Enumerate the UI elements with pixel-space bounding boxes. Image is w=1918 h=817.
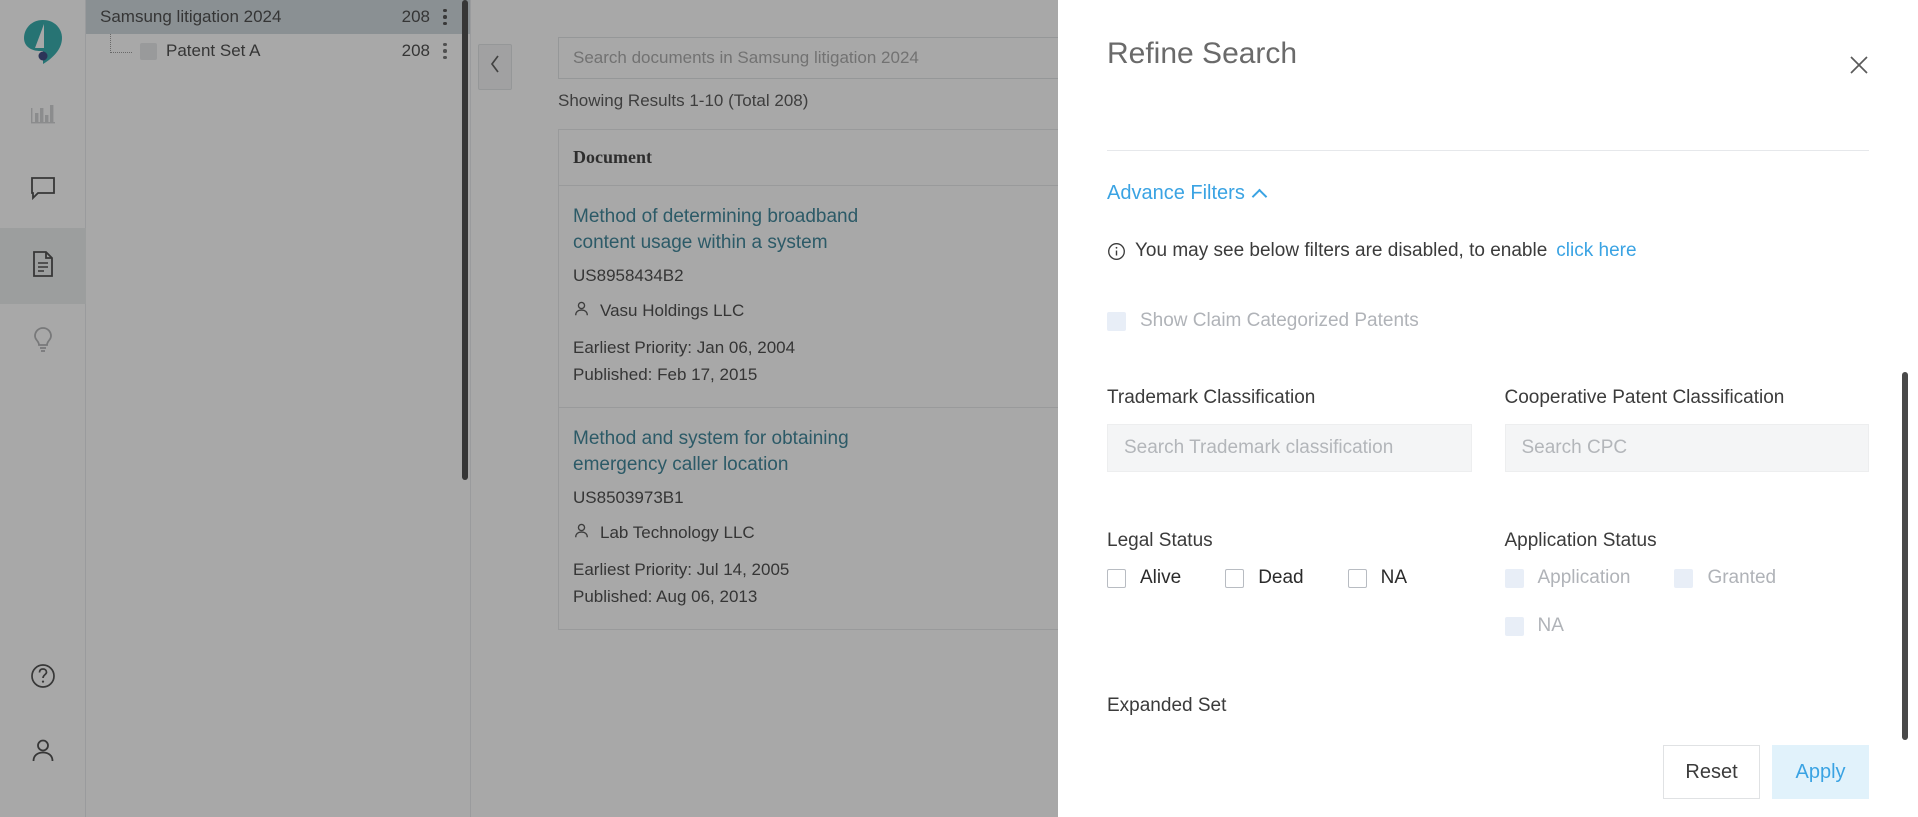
checkbox[interactable] bbox=[1347, 568, 1367, 588]
header-divider bbox=[1107, 150, 1869, 151]
advance-filters-toggle[interactable]: Advance Filters bbox=[1107, 182, 1268, 205]
legal-status-option-dead[interactable]: Dead bbox=[1225, 567, 1304, 589]
apply-button[interactable]: Apply bbox=[1772, 745, 1869, 799]
legal-status-options: Alive Dead NA bbox=[1107, 567, 1472, 589]
drawer-footer: Reset Apply bbox=[1058, 727, 1918, 817]
reset-button[interactable]: Reset bbox=[1663, 745, 1760, 799]
checkbox-label: Application bbox=[1537, 567, 1631, 588]
cpc-label: Cooperative Patent Classification bbox=[1504, 387, 1785, 408]
application-status-label: Application Status bbox=[1504, 530, 1657, 551]
show-claim-categorized-label: Show Claim Categorized Patents bbox=[1140, 310, 1419, 331]
advance-filters-label: Advance Filters bbox=[1107, 182, 1245, 204]
legal-status-option-na[interactable]: NA bbox=[1347, 567, 1408, 589]
checkbox-label: Alive bbox=[1140, 567, 1182, 588]
checkbox-label: Granted bbox=[1707, 567, 1777, 588]
trademark-classification-field: Trademark Classification Search Trademar… bbox=[1107, 387, 1472, 472]
chevron-up-icon bbox=[1251, 188, 1268, 205]
cpc-field: Cooperative Patent Classification Search… bbox=[1504, 387, 1869, 472]
app-root: Samsung litigation 2024 208 Patent Set A… bbox=[0, 0, 1918, 817]
legal-status-label: Legal Status bbox=[1107, 530, 1213, 551]
info-icon bbox=[1107, 242, 1126, 261]
checkbox[interactable] bbox=[1674, 568, 1694, 588]
checkbox-label: NA bbox=[1537, 615, 1564, 636]
close-icon bbox=[1846, 52, 1872, 83]
drawer-header: Refine Search bbox=[1058, 0, 1918, 151]
trademark-classification-input[interactable]: Search Trademark classification bbox=[1107, 424, 1472, 472]
expanded-set-label: Expanded Set bbox=[1107, 695, 1227, 716]
status-fields-grid: Legal Status Alive Dead NA Application S… bbox=[1107, 472, 1869, 637]
classification-fields-grid: Trademark Classification Search Trademar… bbox=[1107, 332, 1869, 472]
filters-disabled-notice: You may see below filters are disabled, … bbox=[1107, 240, 1869, 262]
application-status-group: Application Status Application Granted N… bbox=[1504, 530, 1870, 637]
show-claim-categorized-checkbox[interactable] bbox=[1107, 311, 1126, 331]
legal-status-option-alive[interactable]: Alive bbox=[1107, 567, 1181, 589]
application-status-option-application[interactable]: Application bbox=[1504, 567, 1631, 589]
trademark-classification-label: Trademark Classification bbox=[1107, 387, 1316, 408]
notice-text: You may see below filters are disabled, … bbox=[1135, 240, 1548, 261]
application-status-option-na[interactable]: NA bbox=[1504, 615, 1564, 637]
checkbox[interactable] bbox=[1107, 568, 1126, 588]
checkbox[interactable] bbox=[1225, 568, 1245, 588]
checkbox-label: Dead bbox=[1258, 567, 1304, 588]
drawer-body: Advance Filters You may see below filter… bbox=[1058, 152, 1918, 727]
application-status-option-granted[interactable]: Granted bbox=[1674, 567, 1776, 589]
show-claim-categorized-checkbox-row[interactable]: Show Claim Categorized Patents bbox=[1107, 310, 1869, 332]
enable-filters-link[interactable]: click here bbox=[1556, 240, 1636, 262]
legal-status-group: Legal Status Alive Dead NA bbox=[1107, 530, 1472, 637]
checkbox-label: NA bbox=[1380, 567, 1408, 588]
drawer-scrollbar[interactable] bbox=[1902, 372, 1908, 740]
application-status-options: Application Granted NA bbox=[1504, 567, 1795, 637]
checkbox[interactable] bbox=[1504, 616, 1524, 636]
checkbox[interactable] bbox=[1504, 568, 1524, 588]
refine-search-drawer: Refine Search Advance Filters You may se… bbox=[1058, 0, 1918, 817]
close-button[interactable] bbox=[1842, 50, 1876, 84]
page-title: Refine Search bbox=[1107, 37, 1298, 70]
cpc-input[interactable]: Search CPC bbox=[1504, 424, 1869, 472]
